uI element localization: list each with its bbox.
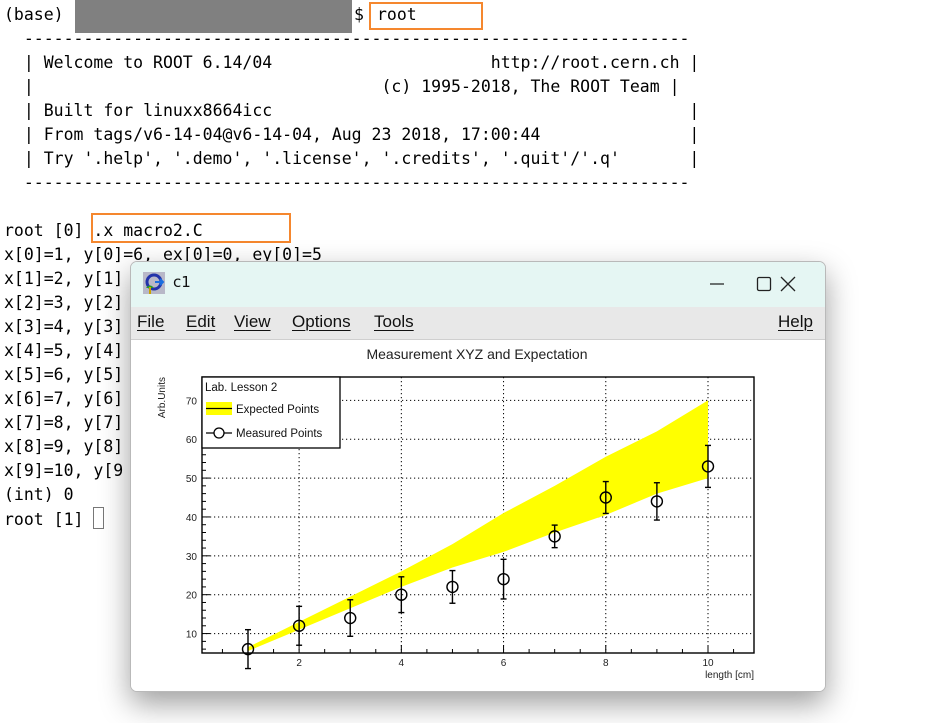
output-line: x[5]=6, y[5] [4,365,124,384]
highlight-box-macro [91,213,291,243]
x-axis-label: length [cm] [705,670,754,681]
banner-line: | Welcome to ROOT 6.14/04 http://root.ce… [4,53,700,72]
x-tick-label: 4 [399,658,405,669]
x-tick-label: 6 [501,658,507,669]
chart[interactable]: Measurement XYZ and Expectation 2 4 6 8 10 10… [131,340,825,691]
y-tick-label: 40 [186,513,198,524]
y-tick-label: 70 [186,396,198,407]
output-line: x[8]=9, y[8] [4,437,124,456]
prompt-root-1: root [1] [4,510,84,529]
root-canvas-window[interactable]: c1 File Edit View Options Tools Help Mea… [130,261,826,692]
x-tick-label: 8 [603,658,609,669]
legend-header: Lab. Lesson 2 [205,382,277,394]
banner-line: | (c) 1995-2018, The ROOT Team | [4,77,680,96]
x-tick-label: 10 [702,658,714,669]
y-tick-label: 50 [186,474,198,485]
menu-edit[interactable]: Edit [186,312,215,332]
prompt-line-3[interactable]: root [1] [4,507,105,532]
highlight-box-root [369,2,483,30]
banner-line: ----------------------------------------… [4,173,690,192]
legend-entry-expected: Expected Points [236,404,319,416]
y-tick-label: 60 [186,435,198,446]
text-cursor [93,507,105,529]
output-line: x[9]=10, y[9 [4,461,124,480]
close-icon [780,276,796,292]
menu-bar: File Edit View Options Tools Help [131,307,825,340]
banner-line: | Try '.help', '.demo', '.license', '.cr… [4,149,700,168]
output-line: x[1]=2, y[1] [4,269,124,288]
legend[interactable]: Lab. Lesson 2 Expected Points Measured P… [201,376,341,449]
prompt-dollar: $ [354,5,364,24]
menu-help[interactable]: Help [778,312,813,332]
legend-marker-measured [213,427,225,439]
banner-line: | Built for linuxx8664icc | [4,101,700,120]
x-tick-label: 2 [296,658,302,669]
banner-line: ----------------------------------------… [4,29,690,48]
prompt-prefix: (base) [4,5,64,24]
output-line: x[3]=4, y[3] [4,317,124,336]
result-line: (int) 0 [4,485,74,504]
close-button[interactable] [765,268,811,300]
output-line: x[7]=8, y[7] [4,413,124,432]
output-line: x[2]=3, y[2] [4,293,124,312]
root-canvas-icon [143,272,165,294]
prompt-root-0: root [0] [4,221,84,240]
menu-tools[interactable]: Tools [374,312,414,332]
chart-title: Measurement XYZ and Expectation [366,346,587,362]
y-tick-label: 10 [186,630,198,641]
output-line: x[6]=7, y[6] [4,389,124,408]
y-tick-label: 30 [186,552,198,563]
measured-point [446,569,459,604]
title-bar[interactable]: c1 [131,262,825,307]
legend-entry-measured: Measured Points [236,428,323,440]
y-tick-label: 20 [186,591,198,602]
menu-view[interactable]: View [234,312,271,332]
banner-line: | From tags/v6-14-04@v6-14-04, Aug 23 20… [4,125,700,144]
root-canvas[interactable]: Measurement XYZ and Expectation 2 4 6 8 10 10… [131,340,825,691]
menu-options[interactable]: Options [292,312,351,332]
measured-point [497,558,510,600]
window-title: c1 [173,273,191,291]
prompt-line-1: (base) [4,3,64,27]
y-axis-label: Arb.Units [157,377,168,418]
output-line: x[4]=5, y[4] [4,341,124,360]
menu-file[interactable]: File [137,312,164,332]
